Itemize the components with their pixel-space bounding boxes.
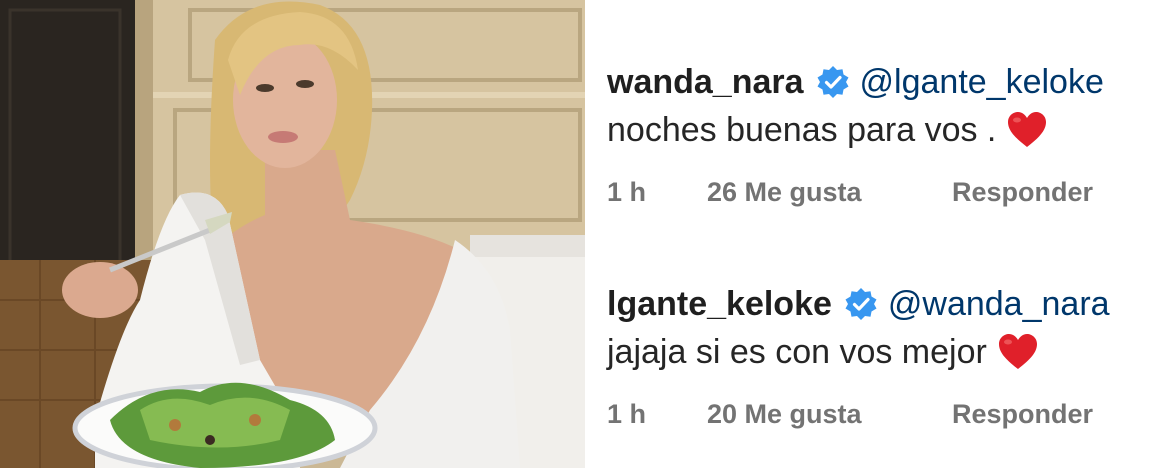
comments-panel: wanda_nara @lgante_keloke noches buenas … <box>585 0 1170 468</box>
screenshot-root: wanda_nara @lgante_keloke noches buenas … <box>0 0 1170 468</box>
comment-text: noches buenas para vos . <box>607 111 997 149</box>
verified-badge-icon <box>816 65 850 99</box>
comment-time: 1 h <box>607 399 647 429</box>
comment-text: jajaja si es con vos mejor <box>607 333 987 371</box>
comment-body: noches buenas para vos . <box>607 106 1170 154</box>
comment-mention-link[interactable]: @lgante_keloke <box>860 60 1104 104</box>
comment: wanda_nara @lgante_keloke noches buenas … <box>607 60 1170 210</box>
reply-button[interactable]: Responder <box>952 396 1093 432</box>
red-heart-emoji-icon <box>1006 110 1048 150</box>
comment-header: wanda_nara @lgante_keloke <box>607 60 1170 104</box>
comment-body: jajaja si es con vos mejor <box>607 328 1170 376</box>
reply-button[interactable]: Responder <box>952 174 1093 210</box>
red-heart-emoji-icon <box>997 332 1039 372</box>
photo-illustration <box>0 0 585 468</box>
comment-likes-link[interactable]: 26 Me gusta <box>707 174 952 210</box>
comment-meta: 1 h 26 Me gusta Responder <box>607 174 1170 210</box>
comment-meta: 1 h 20 Me gusta Responder <box>607 396 1170 432</box>
comment-header: lgante_keloke @wanda_nara <box>607 282 1170 326</box>
verified-badge-icon <box>844 287 878 321</box>
comment-time: 1 h <box>607 177 647 207</box>
comment-username[interactable]: wanda_nara <box>607 60 804 104</box>
comment-username[interactable]: lgante_keloke <box>607 282 832 326</box>
comment-likes-link[interactable]: 20 Me gusta <box>707 396 952 432</box>
comment: lgante_keloke @wanda_nara jajaja si es c… <box>607 282 1170 432</box>
comment-mention-link[interactable]: @wanda_nara <box>888 282 1110 326</box>
post-photo <box>0 0 585 468</box>
